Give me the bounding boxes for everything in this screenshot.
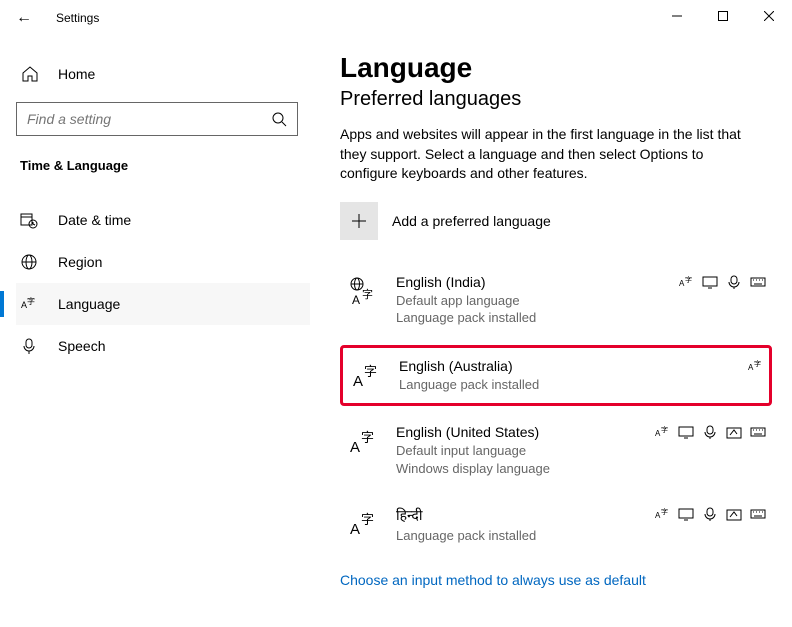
language-item[interactable]: A字 हिन्दी Language pack installed A字 <box>340 496 772 555</box>
speech-icon <box>726 274 742 290</box>
language-subtitle: Default app language <box>396 292 766 310</box>
svg-text:A: A <box>353 373 363 390</box>
display-icon <box>678 506 694 522</box>
keyboard-icon <box>750 424 766 440</box>
sidebar-item-date-time[interactable]: Date & time <box>16 199 310 241</box>
globe-icon <box>20 253 38 271</box>
sidebar-item-label: Speech <box>58 338 105 354</box>
handwriting-icon <box>726 506 742 522</box>
sidebar-item-label: Language <box>58 296 120 312</box>
language-pack-icon: A字 <box>349 358 383 392</box>
handwriting-icon <box>726 424 742 440</box>
window-title: Settings <box>56 11 99 25</box>
home-label: Home <box>58 66 95 82</box>
search-input[interactable] <box>27 111 271 127</box>
svg-text:字: 字 <box>661 507 668 516</box>
language-pack-icon: A字 <box>346 506 380 540</box>
sidebar: Home Time & Language Date & time Region <box>0 36 310 627</box>
section-title: Preferred languages <box>340 88 772 111</box>
section-description: Apps and websites will appear in the fir… <box>340 125 760 184</box>
calendar-clock-icon <box>20 211 38 229</box>
svg-text:A: A <box>350 521 360 538</box>
svg-text:字: 字 <box>364 364 377 379</box>
svg-text:字: 字 <box>685 275 692 284</box>
main-content: Language Preferred languages Apps and we… <box>310 36 792 627</box>
language-pack-icon: A字 <box>654 506 670 522</box>
svg-text:字: 字 <box>661 425 668 434</box>
microphone-icon <box>20 337 38 355</box>
language-icon: A字 <box>20 295 38 313</box>
keyboard-icon <box>750 506 766 522</box>
search-input-container[interactable] <box>16 102 298 136</box>
speech-icon <box>702 424 718 440</box>
language-pack-icon: A字 <box>346 424 380 458</box>
language-pack-icon: A字 <box>654 424 670 440</box>
svg-text:字: 字 <box>361 430 374 445</box>
language-subtitle: Language pack installed <box>399 376 763 394</box>
language-subtitle: Default input language <box>396 442 766 460</box>
plus-icon <box>340 202 378 240</box>
keyboard-icon <box>750 274 766 290</box>
sidebar-item-speech[interactable]: Speech <box>16 325 310 367</box>
svg-text:字: 字 <box>754 359 761 368</box>
sidebar-item-label: Date & time <box>58 212 131 228</box>
input-method-link[interactable]: Choose an input method to always use as … <box>340 572 646 588</box>
language-pack-icon: A字 <box>678 274 694 290</box>
speech-icon <box>702 506 718 522</box>
home-icon <box>20 64 40 84</box>
language-pack-icon: A字 <box>747 358 763 374</box>
page-title: Language <box>340 52 772 84</box>
svg-text:字: 字 <box>362 287 373 301</box>
sidebar-item-region[interactable]: Region <box>16 241 310 283</box>
close-button[interactable] <box>746 0 792 32</box>
maximize-button[interactable] <box>700 0 746 32</box>
language-item[interactable]: A字 English (India) Default app language … <box>340 264 772 337</box>
search-icon <box>271 111 287 127</box>
svg-text:字: 字 <box>27 296 35 306</box>
add-language-button[interactable]: Add a preferred language <box>340 202 772 240</box>
add-language-label: Add a preferred language <box>392 213 551 229</box>
sidebar-item-language[interactable]: A字 Language <box>16 283 310 325</box>
sidebar-item-label: Region <box>58 254 102 270</box>
language-item[interactable]: A字 English (United States) Default input… <box>340 414 772 487</box>
svg-text:字: 字 <box>361 512 374 527</box>
svg-text:A: A <box>350 439 360 456</box>
language-name: English (Australia) <box>399 358 763 374</box>
language-item[interactable]: A字 English (Australia) Language pack ins… <box>340 345 772 407</box>
language-subtitle: Windows display language <box>396 460 766 478</box>
language-subtitle: Language pack installed <box>396 309 766 327</box>
display-icon <box>678 424 694 440</box>
back-button[interactable]: ← <box>16 9 36 27</box>
language-subtitle: Language pack installed <box>396 527 766 545</box>
language-pack-globe-icon: A字 <box>346 274 380 308</box>
minimize-button[interactable] <box>654 0 700 32</box>
home-button[interactable]: Home <box>16 56 310 102</box>
display-icon <box>702 274 718 290</box>
svg-text:A: A <box>352 293 360 307</box>
category-label: Time & Language <box>16 158 310 173</box>
